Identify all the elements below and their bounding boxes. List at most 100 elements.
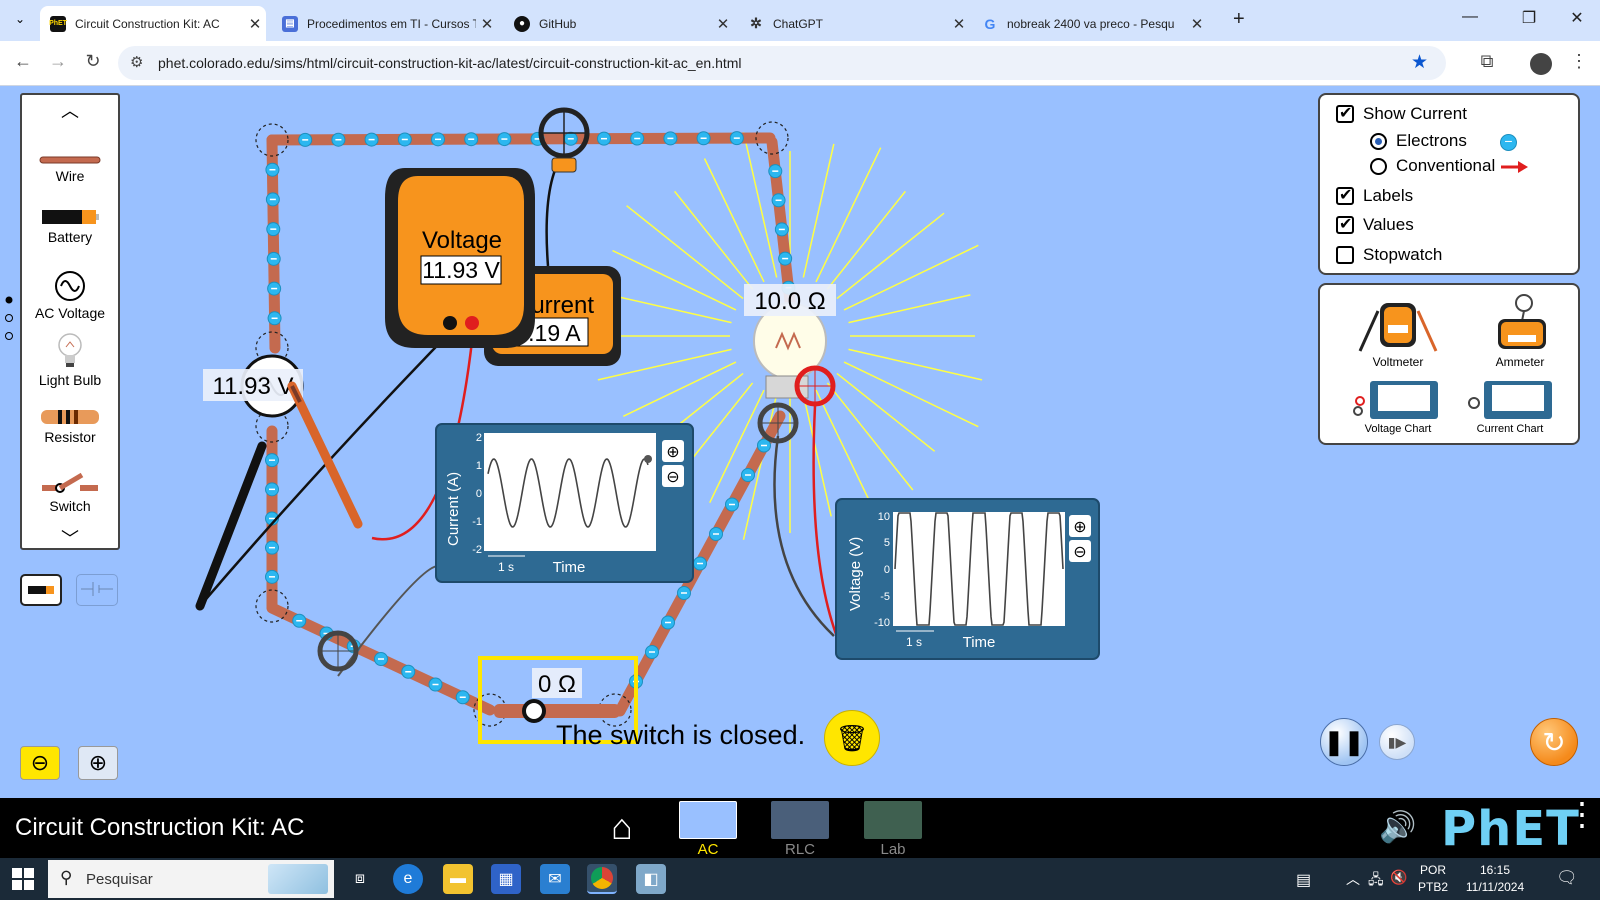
zoom-in-icon[interactable]: ⊕: [1073, 519, 1086, 536]
voltmeter-tool[interactable]: Voltmeter: [1348, 291, 1448, 371]
conventional-radio[interactable]: Conventional: [1370, 156, 1495, 176]
phet-logo: PhET: [1441, 801, 1580, 857]
zoom-in-icon[interactable]: ⊕: [666, 444, 679, 461]
pause-icon: ❚❚: [1323, 728, 1365, 756]
vertical-dots-icon: ⋮: [1566, 796, 1598, 832]
tab-github[interactable]: ● GitHub ✕: [504, 6, 734, 41]
close-tab-icon[interactable]: ✕: [948, 15, 970, 33]
notifications-icon[interactable]: 🗨: [1556, 868, 1578, 888]
news-icon[interactable]: ▤: [1296, 870, 1311, 890]
current-chart-ylabel: Current (A): [445, 472, 462, 546]
restore-icon[interactable]: ❐: [1514, 8, 1544, 28]
zoom-out-button[interactable]: ⊖: [20, 746, 60, 780]
show-current-label: Show Current: [1363, 104, 1467, 123]
search-highlight-image: [268, 864, 328, 894]
current-chart-tool-label: Current Chart: [1476, 423, 1544, 435]
new-tab-icon[interactable]: +: [1233, 8, 1245, 31]
task-view-icon[interactable]: ⧈: [345, 864, 375, 894]
menu-icon[interactable]: ⋮: [1566, 51, 1592, 72]
close-tab-icon[interactable]: ✕: [476, 15, 498, 33]
forward-icon[interactable]: →: [45, 51, 71, 72]
screen-lab[interactable]: Lab: [860, 801, 926, 858]
start-button[interactable]: [12, 868, 34, 890]
reset-all-button[interactable]: ↻: [1530, 718, 1578, 766]
step-forward-button[interactable]: ▮▶: [1379, 724, 1415, 760]
sound-toggle-button[interactable]: 🔊: [1379, 810, 1416, 845]
zoom-out-icon[interactable]: ⊖: [666, 469, 679, 486]
tray-chevron-icon[interactable]: ︿: [1346, 869, 1360, 889]
chatgpt-favicon: ✲: [750, 15, 762, 31]
windows-taskbar: ⚲ Pesquisar ⧈ e ▬ ▦ ✉ ◧ ▤ ︿ 🖧 🔇 POR PTB2…: [0, 858, 1600, 900]
zoom-in-button[interactable]: ⊕: [78, 746, 118, 780]
chrome-icon[interactable]: [587, 864, 617, 894]
current-chart-tool[interactable]: Current Chart: [1460, 377, 1570, 445]
lab-screen-icon: [864, 801, 922, 839]
close-window-icon[interactable]: ✕: [1562, 8, 1592, 28]
language-indicator[interactable]: POR PTB2: [1418, 863, 1448, 894]
svg-text:2: 2: [476, 432, 482, 444]
voltage-chart-red-sensor[interactable]: [794, 365, 836, 407]
close-tab-icon[interactable]: ✕: [244, 15, 266, 33]
tab-procedimentos[interactable]: ▤ Procedimentos em TI - Cursos T ✕: [272, 6, 498, 41]
taskbar-search-box[interactable]: ⚲ Pesquisar: [48, 860, 334, 898]
home-button[interactable]: ⌂: [600, 808, 644, 848]
stopwatch-checkbox[interactable]: Stopwatch: [1336, 245, 1442, 265]
close-tab-icon[interactable]: ✕: [712, 15, 734, 33]
screen-rlc[interactable]: RLC: [767, 801, 833, 858]
clock[interactable]: 16:15 11/11/2024: [1455, 863, 1535, 894]
tab-chatgpt[interactable]: ✲ ChatGPT ✕: [738, 6, 970, 41]
back-icon[interactable]: ←: [10, 51, 36, 72]
close-tab-icon[interactable]: ✕: [1186, 15, 1208, 33]
volume-muted-icon[interactable]: 🔇: [1390, 869, 1407, 886]
phet-favicon: PhET: [49, 15, 67, 32]
svg-text:-1: -1: [472, 516, 482, 528]
svg-text:1: 1: [476, 460, 482, 472]
profile-avatar[interactable]: [1530, 53, 1552, 75]
extensions-icon[interactable]: ⧉: [1474, 51, 1500, 72]
sim-navigation-bar: Circuit Construction Kit: AC ⌂ AC Voltag…: [0, 798, 1600, 875]
file-explorer-icon[interactable]: ▬: [443, 864, 473, 894]
labels-checkbox[interactable]: Labels: [1336, 185, 1413, 206]
reload-icon[interactable]: ↻: [80, 51, 106, 72]
omnibox[interactable]: ⚙ phet.colorado.edu/sims/html/circuit-co…: [118, 46, 1446, 80]
trash-icon: 🗑: [835, 722, 869, 753]
electrons-radio[interactable]: Electrons: [1370, 131, 1467, 151]
tab-title: nobreak 2400 va preco - Pesqu: [1007, 16, 1175, 31]
zoom-out-icon[interactable]: ⊖: [1073, 544, 1086, 561]
voltage-chart-black-sensor[interactable]: [757, 402, 799, 444]
tab-circuit-construction-kit[interactable]: PhET Circuit Construction Kit: AC ✕: [40, 6, 266, 41]
tab-google-search[interactable]: G nobreak 2400 va preco - Pesqu ✕: [972, 6, 1208, 41]
values-checkbox[interactable]: Values: [1336, 214, 1414, 235]
home-icon: ⌂: [611, 806, 633, 847]
pause-button[interactable]: ❚❚: [1320, 718, 1368, 766]
voltage-chart-tool[interactable]: Voltage Chart: [1348, 377, 1448, 445]
current-chart-sensor-head[interactable]: [317, 630, 359, 672]
language-code: POR: [1419, 863, 1446, 877]
tab-title: ChatGPT: [773, 16, 824, 31]
switch-status-text: The switch is closed.: [556, 720, 806, 750]
bookmark-star-icon[interactable]: ★: [1411, 51, 1428, 74]
checkbox-icon: [1336, 246, 1354, 264]
voltmeter-red-probe[interactable]: [287, 381, 363, 529]
store-icon[interactable]: ▦: [491, 864, 521, 894]
voltmeter-black-probe[interactable]: [195, 441, 267, 611]
svg-text:5: 5: [884, 537, 890, 549]
show-current-checkbox[interactable]: Show Current: [1336, 103, 1467, 124]
mail-icon[interactable]: ✉: [540, 864, 570, 894]
search-icon: ⚲: [60, 868, 73, 887]
edge-icon[interactable]: e: [393, 864, 423, 894]
url-text[interactable]: phet.colorado.edu/sims/html/circuit-cons…: [158, 55, 742, 71]
svg-text:0: 0: [476, 488, 482, 500]
light-ray: [848, 348, 983, 381]
minimize-icon[interactable]: —: [1455, 8, 1485, 26]
network-icon[interactable]: 🖧: [1368, 869, 1384, 893]
ammeter-tool[interactable]: Ammeter: [1470, 291, 1570, 371]
site-settings-icon[interactable]: ⚙: [130, 53, 143, 71]
clock-date: 11/11/2024: [1465, 880, 1525, 894]
radio-icon: [1370, 157, 1387, 175]
phet-menu-button[interactable]: ⋮: [1566, 798, 1598, 830]
switch-component[interactable]: [494, 699, 620, 723]
delete-button[interactable]: 🗑: [824, 710, 880, 766]
app-icon[interactable]: ◧: [636, 864, 666, 894]
tab-search-icon[interactable]: ⌄: [8, 12, 32, 34]
